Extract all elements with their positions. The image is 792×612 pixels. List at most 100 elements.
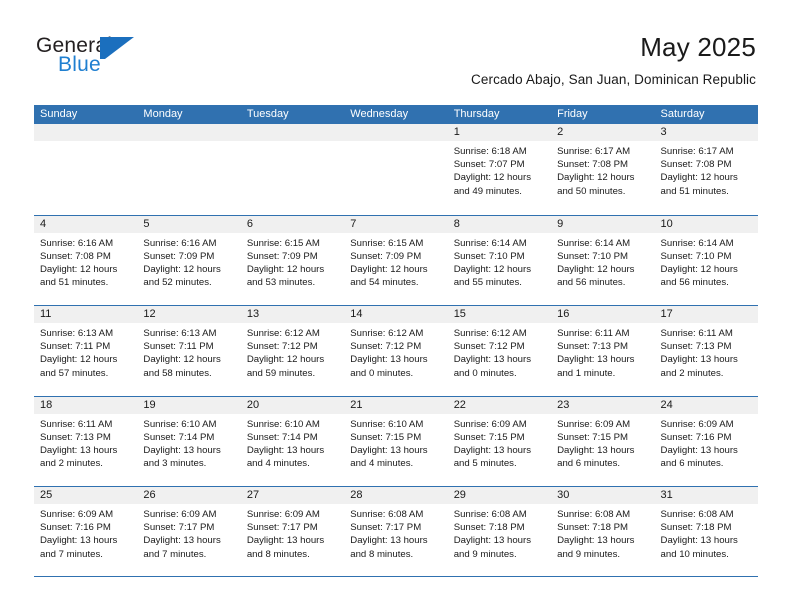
sunset-time: Sunset: 7:09 PM [246,250,318,262]
logo-triangle-shape [105,37,134,59]
day-number: 7 [344,215,448,233]
daylight-duration-line2: and 6 minutes. [557,458,621,470]
day-number: 14 [344,306,448,323]
brand-name-blue: Blue [58,53,101,76]
daylight-duration-line1: Daylight: 13 hours [143,444,221,456]
sunset-time: Sunset: 7:18 PM [557,522,629,534]
calendar-day-cell[interactable]: 13 Sunrise: 6:12 AM Sunset: 7:12 PM Dayligh… [240,306,345,396]
calendar-day-cell[interactable]: 31 Sunrise: 6:08 AM Sunset: 7:18 PM Dayligh… [654,487,758,576]
daylight-duration-line2: and 55 minutes. [453,277,522,289]
calendar-day-cell[interactable]: 3 Sunrise: 6:17 AM Sunset: 7:08 PM Daylight… [654,124,758,215]
calendar-day-cell[interactable]: 27 Sunrise: 6:09 AM Sunset: 7:17 PM Dayligh… [240,487,345,576]
calendar-day-cell[interactable]: 29 Sunrise: 6:08 AM Sunset: 7:18 PM Dayligh… [447,487,552,576]
day-sun-info: Sunrise: 6:10 AM Sunset: 7:14 PM Daylight:… [137,414,240,471]
calendar-day-cell[interactable]: 10 Sunrise: 6:14 AM Sunset: 7:10 PM Dayligh… [654,215,758,305]
daylight-duration-line1: Daylight: 13 hours [557,354,635,366]
daylight-duration-line1: Daylight: 12 hours [143,263,221,275]
calendar-day-cell[interactable]: 12 Sunrise: 6:13 AM Sunset: 7:11 PM Dayligh… [137,306,241,396]
calendar-day-cell-empty [34,124,138,215]
page-header: General Blue May 2025 Cercado Abajo, San… [0,0,792,100]
daylight-duration-line1: Daylight: 12 hours [453,172,532,184]
calendar-day-cell[interactable]: 9 Sunrise: 6:14 AM Sunset: 7:10 PM Daylight… [551,215,655,305]
sunrise-time: Sunrise: 6:08 AM [660,509,734,520]
day-number: 3 [654,124,758,141]
weekday-header-saturday: Saturday [660,108,705,120]
day-sun-info: Sunrise: 6:15 AM Sunset: 7:09 PM Daylight:… [344,233,447,290]
daylight-duration-line2: and 4 minutes. [246,458,310,470]
calendar-day-cell[interactable]: 2 Sunrise: 6:17 AM Sunset: 7:08 PM Daylight… [551,124,655,215]
calendar-day-cell[interactable]: 15 Sunrise: 6:12 AM Sunset: 7:12 PM Dayligh… [447,306,552,396]
calendar-day-cell[interactable]: 22 Sunrise: 6:09 AM Sunset: 7:15 PM Dayligh… [447,396,552,486]
calendar-day-cell[interactable]: 26 Sunrise: 6:09 AM Sunset: 7:17 PM Dayligh… [137,487,241,576]
day-sun-info: Sunrise: 6:14 AM Sunset: 7:10 PM Daylight:… [448,233,551,290]
daylight-duration-line1: Daylight: 12 hours [557,263,635,275]
sunset-time: Sunset: 7:10 PM [660,250,732,262]
day-sun-info: Sunrise: 6:08 AM Sunset: 7:18 PM Daylight:… [655,504,758,561]
daylight-duration-line2: and 0 minutes. [350,367,414,379]
calendar-weeks: 1 Sunrise: 6:18 AM Sunset: 7:07 PM Daylight… [34,124,758,577]
calendar-day-cell[interactable]: 20 Sunrise: 6:10 AM Sunset: 7:14 PM Dayligh… [240,396,345,486]
day-sun-info: Sunrise: 6:09 AM Sunset: 7:17 PM Daylight:… [241,504,344,561]
sunrise-time: Sunrise: 6:16 AM [40,237,114,249]
calendar-day-cell[interactable]: 16 Sunrise: 6:11 AM Sunset: 7:13 PM Dayligh… [551,306,655,396]
day-sun-info: Sunrise: 6:09 AM Sunset: 7:15 PM Daylight:… [448,414,551,471]
daylight-duration-line2: and 56 minutes. [660,277,729,289]
calendar-day-cell[interactable]: 1 Sunrise: 6:18 AM Sunset: 7:07 PM Daylight… [447,124,552,215]
calendar-day-cell[interactable]: 24 Sunrise: 6:09 AM Sunset: 7:16 PM Dayligh… [654,396,758,486]
calendar-day-cell[interactable]: 28 Sunrise: 6:08 AM Sunset: 7:17 PM Dayligh… [344,487,448,576]
general-blue-triangle-logo-icon [100,37,134,59]
daylight-duration-line1: Daylight: 13 hours [40,444,118,456]
sunrise-time: Sunrise: 6:17 AM [557,146,631,157]
calendar-day-cell[interactable]: 7 Sunrise: 6:15 AM Sunset: 7:09 PM Daylight… [344,215,448,305]
sunset-time: Sunset: 7:12 PM [453,341,525,353]
sunrise-time: Sunrise: 6:08 AM [557,509,631,520]
calendar-day-cell[interactable]: 11 Sunrise: 6:13 AM Sunset: 7:11 PM Dayligh… [34,306,138,396]
daylight-duration-line1: Daylight: 13 hours [557,535,635,547]
sunrise-time: Sunrise: 6:13 AM [143,328,217,339]
calendar-day-cell[interactable]: 17 Sunrise: 6:11 AM Sunset: 7:13 PM Dayligh… [654,306,758,396]
daylight-duration-line1: Daylight: 12 hours [40,263,118,275]
calendar-day-cell[interactable]: 30 Sunrise: 6:08 AM Sunset: 7:18 PM Dayligh… [551,487,655,576]
daylight-duration-line1: Daylight: 13 hours [660,444,738,456]
sunrise-time: Sunrise: 6:14 AM [557,237,631,249]
calendar-day-cell[interactable]: 25 Sunrise: 6:09 AM Sunset: 7:16 PM Dayligh… [34,487,138,576]
page-title: May 2025 [640,32,756,62]
weekday-header-row: Sunday Monday Tuesday Wednesday Thursday… [34,105,758,124]
sunset-time: Sunset: 7:13 PM [40,431,111,443]
brand-logo[interactable]: General Blue [36,34,166,80]
day-sun-info: Sunrise: 6:13 AM Sunset: 7:11 PM Daylight:… [137,323,240,380]
day-number: 28 [344,487,448,504]
sunset-time: Sunset: 7:12 PM [350,341,422,353]
sunrise-time: Sunrise: 6:09 AM [40,509,114,520]
day-number [137,124,241,141]
day-number: 30 [551,487,655,504]
daylight-duration-line2: and 57 minutes. [40,367,109,379]
calendar-day-cell[interactable]: 19 Sunrise: 6:10 AM Sunset: 7:14 PM Dayligh… [137,396,241,486]
day-sun-info: Sunrise: 6:11 AM Sunset: 7:13 PM Daylight:… [34,414,137,471]
calendar-day-cell[interactable]: 21 Sunrise: 6:10 AM Sunset: 7:15 PM Dayligh… [344,396,448,486]
calendar-day-cell[interactable]: 6 Sunrise: 6:15 AM Sunset: 7:09 PM Daylight… [240,215,345,305]
calendar-day-cell[interactable]: 23 Sunrise: 6:09 AM Sunset: 7:15 PM Dayligh… [551,396,655,486]
sunset-time: Sunset: 7:11 PM [143,341,214,353]
day-sun-info: Sunrise: 6:12 AM Sunset: 7:12 PM Daylight:… [241,323,344,380]
sunrise-time: Sunrise: 6:17 AM [660,146,734,157]
daylight-duration-line2: and 9 minutes. [453,548,517,560]
calendar-day-cell[interactable]: 14 Sunrise: 6:12 AM Sunset: 7:12 PM Dayligh… [344,306,448,396]
day-number: 27 [240,487,345,504]
day-number: 4 [34,215,138,233]
daylight-duration-line1: Daylight: 13 hours [453,354,532,366]
daylight-duration-line1: Daylight: 13 hours [557,444,635,456]
day-sun-info: Sunrise: 6:17 AM Sunset: 7:08 PM Daylight:… [655,141,758,198]
day-number: 26 [137,487,241,504]
day-number: 22 [447,396,552,414]
calendar-day-cell[interactable]: 8 Sunrise: 6:14 AM Sunset: 7:10 PM Daylight… [447,215,552,305]
day-sun-info: Sunrise: 6:08 AM Sunset: 7:17 PM Daylight:… [344,504,447,561]
calendar-day-cell[interactable]: 4 Sunrise: 6:16 AM Sunset: 7:08 PM Daylight… [34,215,138,305]
calendar-day-cell[interactable]: 18 Sunrise: 6:11 AM Sunset: 7:13 PM Dayligh… [34,396,138,486]
sunset-time: Sunset: 7:18 PM [660,522,732,534]
daylight-duration-line2: and 8 minutes. [246,548,310,560]
calendar-day-cell[interactable]: 5 Sunrise: 6:16 AM Sunset: 7:09 PM Daylight… [137,215,241,305]
day-number: 21 [344,396,448,414]
weekday-header-tuesday: Tuesday [246,108,289,120]
sunset-time: Sunset: 7:15 PM [453,431,525,443]
